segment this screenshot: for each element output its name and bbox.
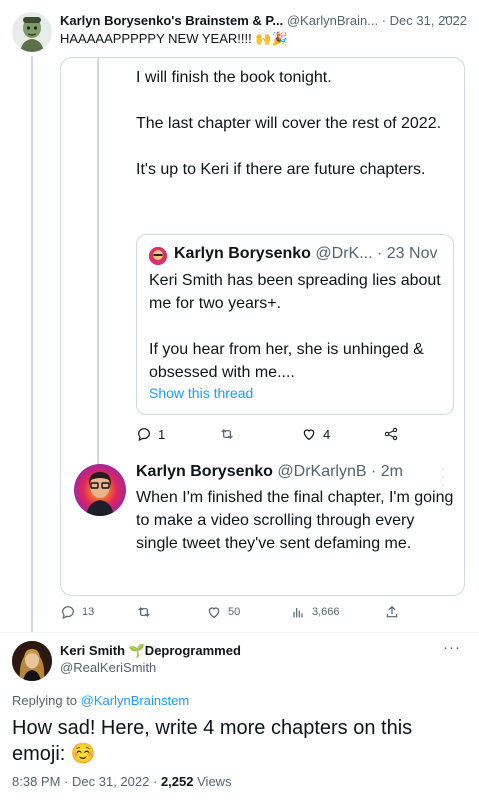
quote-paragraph: Keri Smith has been spreading lies about… bbox=[149, 272, 441, 312]
reply-button[interactable]: 13 bbox=[60, 604, 94, 620]
tweet-header: Karlyn Borysenko's Brainstem & P... @Kar… bbox=[60, 13, 467, 28]
meta-separator: · bbox=[64, 774, 69, 789]
reply-icon bbox=[62, 606, 74, 620]
views-count[interactable]: 2,252 bbox=[161, 774, 194, 789]
screenshot-thread-line bbox=[97, 58, 99, 510]
share-upload-icon bbox=[386, 605, 398, 618]
views-label: Views bbox=[197, 774, 232, 789]
views-chart-icon bbox=[293, 608, 303, 618]
reply-avatar bbox=[74, 464, 126, 516]
tweet-keri[interactable]: Keri Smith 🌱Deprogrammed @RealKeriSmith … bbox=[0, 633, 479, 804]
tweet-text: HAAAAAPPPPPY NEW YEAR!!!! 🙌🎉 bbox=[60, 31, 288, 46]
screenshot-reply-action: 1 bbox=[136, 426, 165, 442]
heart-icon bbox=[208, 607, 220, 619]
quote-avatar-icon bbox=[149, 247, 167, 265]
quote-header: Karlyn Borysenko @DrK... · 23 Nov bbox=[174, 245, 437, 263]
replying-to-line: Replying to @KarlynBrainstem bbox=[12, 693, 189, 708]
quoted-tweet: Karlyn Borysenko @DrK... · 23 Nov Keri S… bbox=[136, 234, 454, 415]
screenshot-paragraph: I will finish the book tonight. bbox=[136, 69, 332, 86]
screenshot-retweet-action bbox=[219, 426, 235, 442]
reply-author-name: Karlyn Borysenko bbox=[136, 463, 273, 480]
like-count: 4 bbox=[323, 426, 331, 442]
reply-header: Karlyn Borysenko @DrKarlynB · 2m bbox=[136, 463, 403, 481]
reply-more-icon: · · · bbox=[440, 460, 446, 492]
screenshot-reply: Karlyn Borysenko @DrKarlynB · 2m · · · Whe… bbox=[61, 458, 464, 595]
author-name[interactable]: Karlyn Borysenko's Brainstem & P... bbox=[60, 13, 283, 28]
replying-to-label: Replying to bbox=[12, 693, 78, 708]
tweet-text: How sad! Here, write 4 more chapters on … bbox=[12, 717, 413, 765]
screenshot-paragraph: It's up to Keri if there are future chap… bbox=[136, 161, 426, 178]
zombie-avatar-icon bbox=[12, 12, 52, 52]
quote-author-handle: @DrK... bbox=[315, 245, 373, 262]
more-options-icon[interactable]: ··· bbox=[443, 639, 461, 656]
quote-avatar bbox=[149, 247, 167, 265]
screenshot-paragraph: The last chapter will cover the rest of … bbox=[136, 115, 442, 132]
replying-to-link[interactable]: @KarlynBrainstem bbox=[81, 693, 190, 708]
tweet-date[interactable]: Dec 31, 2022 bbox=[72, 774, 149, 789]
like-button[interactable]: 50 bbox=[206, 604, 240, 620]
meta-separator: · bbox=[152, 774, 158, 789]
meta-separator: · bbox=[371, 463, 377, 480]
meta-separator: · bbox=[376, 245, 383, 262]
tweet-metadata: 8:38 PM · Dec 31, 2022 · 2,252 Views bbox=[12, 774, 232, 789]
views-count: 3,666 bbox=[312, 606, 340, 618]
author-name[interactable]: Keri Smith 🌱Deprogrammed bbox=[60, 643, 241, 659]
views-button[interactable]: 3,666 bbox=[290, 604, 340, 620]
reply-author-handle: @DrKarlynB bbox=[277, 463, 367, 480]
meta-separator: · bbox=[381, 13, 387, 28]
reply-text: When I'm finished the final chapter, I'm… bbox=[136, 489, 454, 552]
screenshot-share-action bbox=[383, 426, 399, 442]
retweet-icon bbox=[221, 429, 233, 439]
tweet-karlyn[interactable]: Karlyn Borysenko's Brainstem & P... @Kar… bbox=[0, 0, 479, 632]
tweet-action-bar: 13 50 3,666 bbox=[60, 604, 465, 622]
quote-date: 23 Nov bbox=[386, 245, 438, 262]
tweet-time[interactable]: 8:38 PM bbox=[12, 774, 60, 789]
share-button[interactable] bbox=[384, 604, 400, 620]
heart-icon bbox=[303, 429, 315, 441]
author-handle[interactable]: @RealKeriSmith bbox=[60, 660, 156, 675]
author-handle[interactable]: @KarlynBrain... bbox=[287, 13, 378, 28]
retweet-icon bbox=[138, 607, 150, 617]
reply-count: 1 bbox=[158, 426, 166, 442]
like-count: 50 bbox=[228, 606, 241, 618]
reply-count: 13 bbox=[82, 606, 95, 618]
screenshot-tweet-text: I will finish the book tonight. The last… bbox=[136, 66, 446, 204]
retweet-button[interactable] bbox=[136, 604, 152, 620]
show-thread-link: Show this thread bbox=[149, 385, 254, 401]
avatar[interactable] bbox=[12, 641, 52, 681]
more-options-icon[interactable]: ··· bbox=[443, 8, 461, 25]
reply-time: 2m bbox=[380, 463, 404, 480]
attached-screenshot[interactable]: I will finish the book tonight. The last… bbox=[60, 57, 465, 596]
thread-connector-line bbox=[31, 56, 33, 632]
share-icon bbox=[384, 427, 398, 441]
reply-icon bbox=[138, 428, 150, 442]
karlyn-avatar-icon bbox=[74, 464, 126, 516]
quote-paragraph: If you hear from her, she is unhinged & … bbox=[149, 341, 424, 381]
quote-author-name: Karlyn Borysenko bbox=[174, 245, 311, 262]
avatar[interactable] bbox=[12, 12, 52, 52]
screenshot-like-action: 4 bbox=[301, 426, 330, 442]
keri-avatar-icon bbox=[12, 641, 52, 681]
